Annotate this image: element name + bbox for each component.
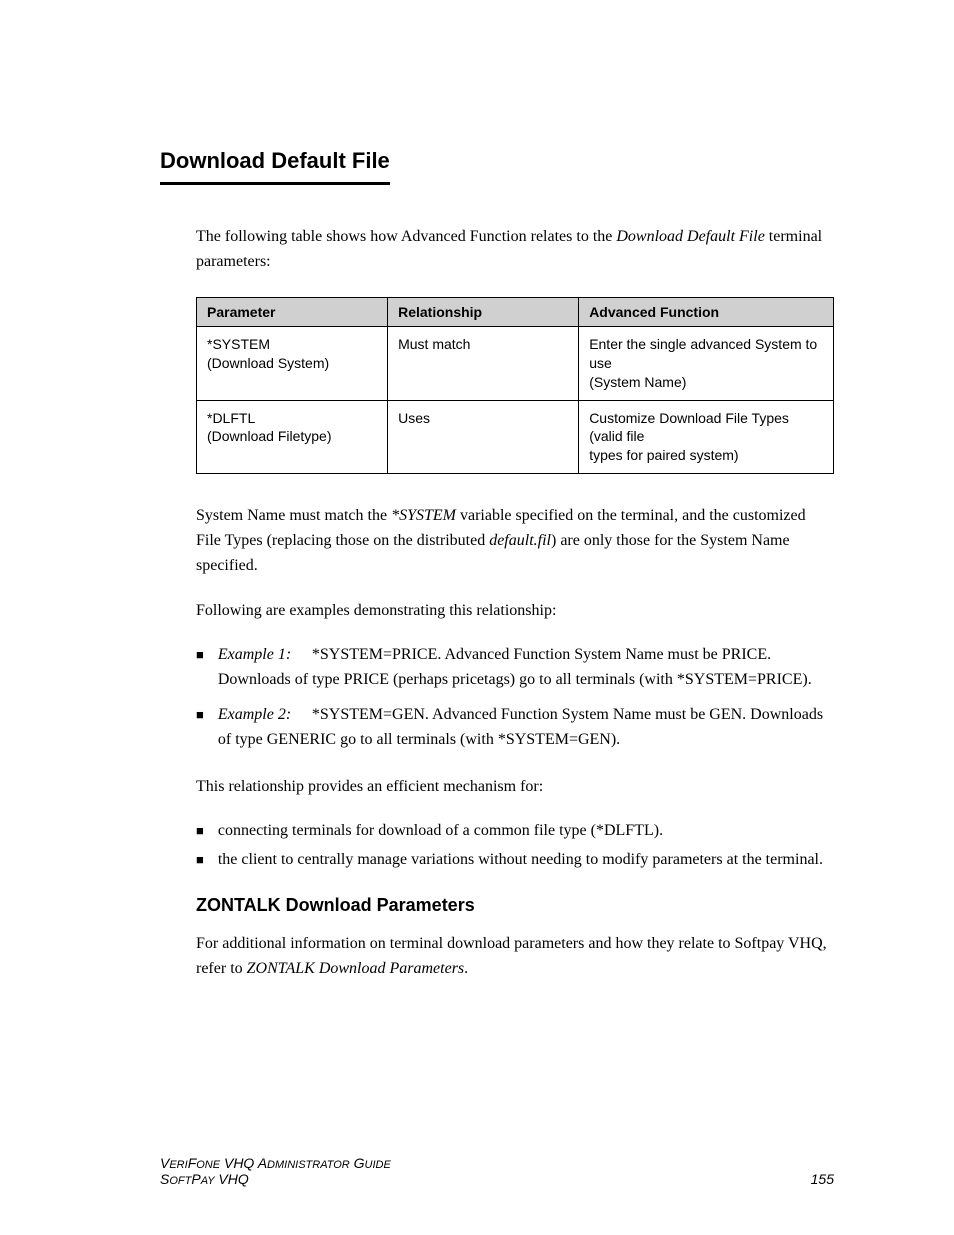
fb-sm: OFT xyxy=(169,1175,191,1187)
cell-line: (Download Filetype) xyxy=(207,428,332,444)
table-header-row: Parameter Relationship Advanced Function xyxy=(197,297,834,326)
cell-line: types for paired system) xyxy=(589,447,738,463)
bullet-icon: ■ xyxy=(196,819,204,844)
th-relationship: Relationship xyxy=(388,297,579,326)
th-parameter: Parameter xyxy=(197,297,388,326)
ft-sm: ONE xyxy=(196,1159,220,1171)
cell-line: (Download System) xyxy=(207,355,329,371)
example-label: Example 2: xyxy=(218,703,308,728)
bullet-icon: ■ xyxy=(196,703,204,728)
cell-line: *SYSTEM xyxy=(207,336,270,352)
ft-cap: VHQ A xyxy=(220,1155,267,1171)
cell-parameter: *DLFTL (Download Filetype) xyxy=(197,400,388,474)
cell-line: Customize Download File Types (valid fil… xyxy=(589,410,789,445)
ft-cap: V xyxy=(160,1155,169,1171)
table-row: *DLFTL (Download Filetype) Uses Customiz… xyxy=(197,400,834,474)
page-footer: VERIFONE VHQ ADMINISTRATOR GUIDE SOFTPAY… xyxy=(0,1155,954,1187)
cell-relationship: Must match xyxy=(388,326,579,400)
th-advanced-function: Advanced Function xyxy=(579,297,834,326)
p1-prefix: System Name must match the xyxy=(196,507,391,524)
example-label: Example 1: xyxy=(218,643,308,668)
page: Download Default File The following tabl… xyxy=(0,0,954,1235)
efficient-list: ■ connecting terminals for download of a… xyxy=(196,819,834,873)
cell-advanced: Enter the single advanced System to use … xyxy=(579,326,834,400)
list-item: ■ connecting terminals for download of a… xyxy=(196,819,834,844)
list-text: connecting terminals for download of a c… xyxy=(218,819,834,844)
list-text: the client to centrally manage variation… xyxy=(218,848,834,873)
cell-relationship: Uses xyxy=(388,400,579,474)
ft-cap: G xyxy=(350,1155,365,1171)
ft-sm: ERI xyxy=(169,1159,187,1171)
efficient-lead: This relationship provides an efficient … xyxy=(196,775,834,800)
cell-line: (System Name) xyxy=(589,374,686,390)
paragraph-1: System Name must match the *SYSTEM varia… xyxy=(196,504,834,578)
list-text: Example 1: *SYSTEM=PRICE. Advanced Funct… xyxy=(218,643,834,693)
ft-sm: DMINISTRATOR xyxy=(267,1159,350,1171)
p1-i1: *SYSTEM xyxy=(391,507,456,524)
list-text: Example 2: *SYSTEM=GEN. Advanced Functio… xyxy=(218,703,834,753)
example-list: ■ Example 1: *SYSTEM=PRICE. Advanced Fun… xyxy=(196,643,834,752)
cell-line: Enter the single advanced System to use xyxy=(589,336,817,371)
fb-cap: VHQ xyxy=(215,1171,249,1187)
example-text: *SYSTEM=GEN. Advanced Function System Na… xyxy=(218,706,823,748)
footer-bottom-line: SOFTPAY VHQ xyxy=(160,1171,391,1187)
paragraph-2: Following are examples demonstrating thi… xyxy=(196,599,834,624)
intro-italic: Download Default File xyxy=(616,228,764,245)
list-item: ■ Example 2: *SYSTEM=GEN. Advanced Funct… xyxy=(196,703,834,753)
bullet-icon: ■ xyxy=(196,848,204,873)
callout-body: For additional information on terminal d… xyxy=(196,932,834,982)
intro-prefix: The following table shows how Advanced F… xyxy=(196,228,616,245)
content-block: The following table shows how Advanced F… xyxy=(196,225,834,981)
section-title: Download Default File xyxy=(160,148,390,185)
list-item: ■ Example 1: *SYSTEM=PRICE. Advanced Fun… xyxy=(196,643,834,693)
page-number: 155 xyxy=(811,1171,834,1187)
fb-cap: P xyxy=(191,1171,200,1187)
ft-cap: F xyxy=(188,1155,197,1171)
ft-sm: UIDE xyxy=(365,1159,391,1171)
list-item: ■ the client to centrally manage variati… xyxy=(196,848,834,873)
footer-left: VERIFONE VHQ ADMINISTRATOR GUIDE SOFTPAY… xyxy=(160,1155,391,1187)
p1-i2: default.fil xyxy=(489,532,551,549)
parameter-table: Parameter Relationship Advanced Function… xyxy=(196,297,834,474)
fb-cap: S xyxy=(160,1171,169,1187)
callout-title: ZONTALK Download Parameters xyxy=(196,895,834,916)
footer-top-line: VERIFONE VHQ ADMINISTRATOR GUIDE xyxy=(160,1155,391,1171)
cell-line: *DLFTL xyxy=(207,410,255,426)
fb-sm: AY xyxy=(201,1175,215,1187)
callout-italic: ZONTALK Download Parameters xyxy=(247,960,465,977)
table-row: *SYSTEM (Download System) Must match Ent… xyxy=(197,326,834,400)
cell-parameter: *SYSTEM (Download System) xyxy=(197,326,388,400)
intro-paragraph: The following table shows how Advanced F… xyxy=(196,225,834,275)
cell-advanced: Customize Download File Types (valid fil… xyxy=(579,400,834,474)
callout-suffix: . xyxy=(464,960,468,977)
bullet-icon: ■ xyxy=(196,643,204,668)
